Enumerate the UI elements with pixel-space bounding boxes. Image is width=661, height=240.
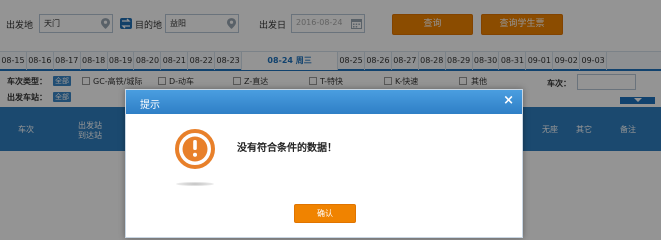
dialog-message: 没有符合条件的数据！ — [237, 143, 337, 154]
alert-dialog: 提示 × 没有符合条件的数据！ 确认 — [125, 89, 523, 238]
exclamation-icon — [175, 129, 215, 169]
dialog-title: 提示 — [140, 100, 160, 111]
confirm-button[interactable]: 确认 — [294, 204, 356, 223]
dialog-header: 提示 × — [126, 90, 522, 114]
close-icon[interactable]: × — [503, 93, 514, 108]
icon-shadow — [176, 182, 214, 186]
